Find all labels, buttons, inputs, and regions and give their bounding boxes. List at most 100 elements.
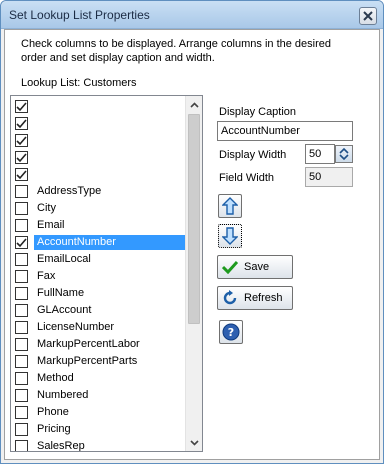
list-item[interactable]: EmailLocal [11, 251, 187, 268]
column-checkbox[interactable] [15, 151, 28, 164]
scroll-down-button[interactable] [186, 434, 202, 451]
column-checkbox[interactable] [15, 202, 28, 215]
list-item[interactable]: AccountNumber [11, 234, 187, 251]
column-checkbox[interactable] [15, 100, 28, 113]
instructions-text: Check columns to be displayed. Arrange c… [21, 38, 332, 64]
column-checkbox[interactable] [15, 372, 28, 385]
list-item[interactable]: SalesRep [11, 438, 187, 452]
scroll-up-button[interactable] [186, 96, 202, 113]
spin-up-down-icon [339, 147, 349, 161]
window-title: Set Lookup List Properties [9, 8, 150, 22]
list-item[interactable]: GLAccount [11, 302, 187, 319]
column-checkbox[interactable] [15, 423, 28, 436]
help-icon: ? [222, 323, 240, 341]
column-label [34, 167, 187, 182]
column-checkbox[interactable] [15, 134, 28, 147]
column-label [34, 116, 187, 131]
display-width-input[interactable]: 50 [305, 144, 335, 164]
move-up-button[interactable] [218, 194, 242, 218]
column-label: Numbered [37, 389, 89, 401]
refresh-button-label: Refresh [244, 292, 283, 304]
column-label: AccountNumber [34, 235, 187, 250]
list-item[interactable]: City [11, 200, 187, 217]
column-label: Pricing [37, 423, 71, 435]
save-button[interactable]: Save [217, 255, 293, 279]
column-label: MarkupPercentParts [37, 355, 138, 367]
title-bar[interactable]: Set Lookup List Properties [1, 1, 383, 29]
lookup-list-label: Lookup List: Customers [21, 77, 137, 89]
close-button[interactable] [359, 7, 377, 25]
column-checkbox[interactable] [15, 270, 28, 283]
column-checkbox[interactable] [15, 338, 28, 351]
column-label: EmailLocal [37, 253, 91, 265]
list-item[interactable]: MarkupPercentParts [11, 353, 187, 370]
chevron-down-icon [190, 439, 199, 446]
column-checkbox[interactable] [15, 287, 28, 300]
list-item[interactable]: MarkupPercentLabor [11, 336, 187, 353]
column-label: GLAccount [37, 304, 92, 316]
refresh-button[interactable]: Refresh [217, 286, 293, 310]
checkmark-icon [16, 169, 27, 179]
column-label: Email [37, 219, 65, 231]
checkmark-icon [16, 135, 27, 145]
list-item[interactable] [11, 115, 187, 132]
list-item[interactable]: Fax [11, 268, 187, 285]
column-checkbox[interactable] [15, 355, 28, 368]
dialog-window: Set Lookup List Properties Check columns… [0, 0, 384, 464]
column-checkbox[interactable] [15, 321, 28, 334]
column-checkbox[interactable] [15, 253, 28, 266]
checkmark-icon [16, 118, 27, 128]
refresh-icon [223, 290, 237, 305]
column-checkbox[interactable] [15, 440, 28, 451]
list-item[interactable]: Phone [11, 404, 187, 421]
column-checkbox[interactable] [15, 389, 28, 402]
column-label: FullName [37, 287, 85, 299]
column-label [34, 133, 187, 148]
column-label [34, 150, 187, 165]
column-checkbox[interactable] [15, 406, 28, 419]
arrow-up-icon [222, 197, 238, 215]
display-width-spinner[interactable] [335, 145, 353, 163]
column-label: MarkupPercentLabor [37, 338, 140, 350]
display-caption-label: Display Caption [219, 106, 297, 118]
close-icon [363, 11, 373, 21]
list-item[interactable]: Numbered [11, 387, 187, 404]
column-label: City [37, 202, 56, 214]
columns-list[interactable]: AddressType City Email AccountNumber EmailLo… [10, 95, 203, 452]
help-button[interactable]: ? [219, 320, 243, 344]
column-label: SalesRep [37, 440, 85, 452]
list-item[interactable] [11, 166, 187, 183]
field-width-value: 50 [305, 167, 353, 187]
arrow-down-icon [222, 227, 238, 245]
column-checkbox[interactable] [15, 236, 28, 249]
list-item[interactable] [11, 98, 187, 115]
list-item[interactable]: FullName [11, 285, 187, 302]
column-checkbox[interactable] [15, 185, 28, 198]
checkmark-icon [16, 101, 27, 111]
display-caption-input[interactable]: AccountNumber [217, 121, 353, 141]
checkmark-icon [16, 237, 27, 247]
list-item[interactable]: LicenseNumber [11, 319, 187, 336]
scroll-thumb[interactable] [188, 114, 200, 324]
column-label: LicenseNumber [37, 321, 115, 333]
list-scrollbar[interactable] [185, 96, 202, 451]
list-item[interactable]: AddressType [11, 183, 187, 200]
list-item[interactable] [11, 149, 187, 166]
save-button-label: Save [244, 261, 270, 273]
list-item[interactable]: Email [11, 217, 187, 234]
column-checkbox[interactable] [15, 219, 28, 232]
column-label: Method [37, 372, 74, 384]
column-checkbox[interactable] [15, 168, 28, 181]
column-checkbox[interactable] [15, 117, 28, 130]
svg-text:?: ? [228, 326, 234, 339]
move-down-button[interactable] [218, 224, 242, 248]
column-label: Fax [37, 270, 56, 282]
column-label: AddressType [37, 185, 102, 197]
list-item[interactable] [11, 132, 187, 149]
list-item[interactable]: Method [11, 370, 187, 387]
field-width-label: Field Width [219, 172, 275, 184]
chevron-up-icon [190, 101, 199, 108]
list-item[interactable]: Pricing [11, 421, 187, 438]
column-checkbox[interactable] [15, 304, 28, 317]
column-label [34, 99, 187, 114]
